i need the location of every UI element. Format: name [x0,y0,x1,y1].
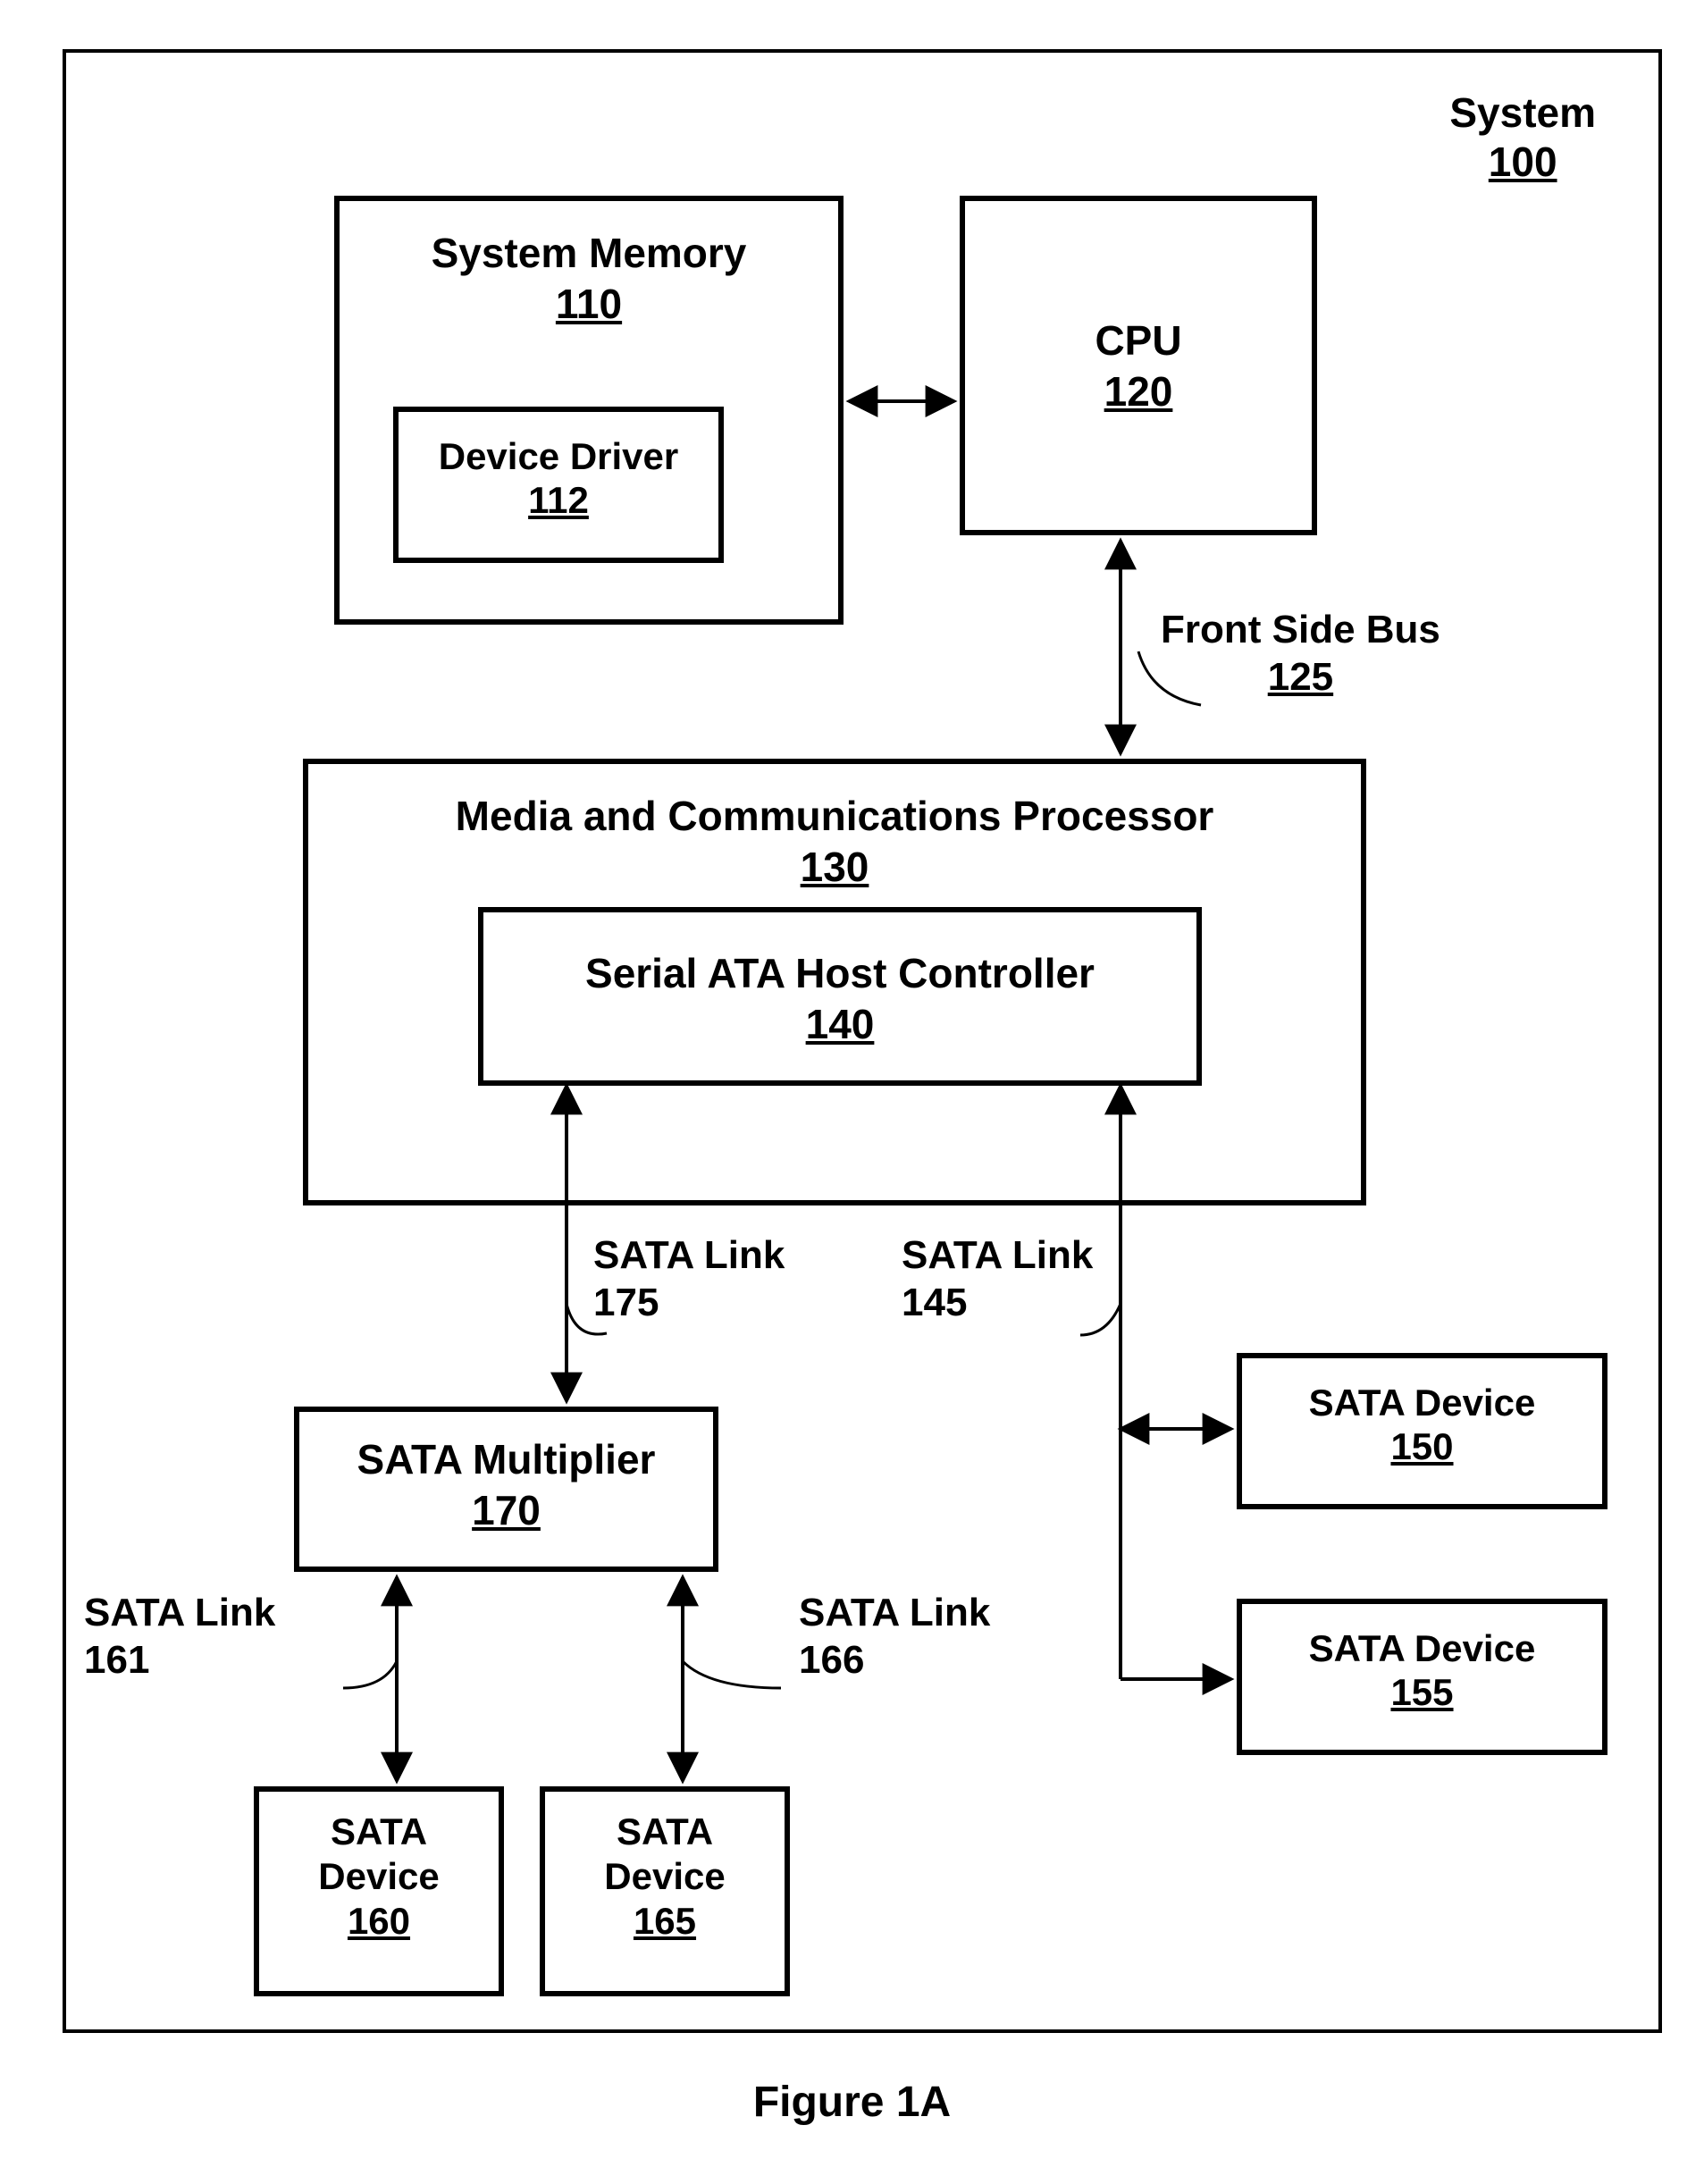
sata-host-label: Serial ATA Host Controller [585,948,1095,1000]
sata-multiplier-box: SATA Multiplier 170 [294,1407,718,1572]
sata-device-150-label: SATA Device [1309,1381,1536,1425]
sata-device-155-num: 155 [1390,1671,1453,1714]
fsb-text: Front Side Bus [1161,608,1440,651]
sata-link-161-num: 161 [84,1637,275,1684]
figure-caption: Figure 1A [0,2078,1704,2127]
system-memory-box: System Memory 110 Device Driver 112 [334,196,844,625]
system-memory-label: System Memory [432,228,747,280]
sata-device-150-num: 150 [1390,1425,1453,1468]
sata-multiplier-label: SATA Multiplier [357,1434,656,1486]
sata-device-150-box: SATA Device 150 [1237,1353,1607,1509]
sata-link-145-label: SATA Link 145 [902,1232,1093,1327]
sata-link-175-num: 175 [593,1280,785,1327]
front-side-bus-label: Front Side Bus 125 [1161,607,1440,701]
sata-device-165-box: SATADevice 165 [540,1786,790,1996]
sata-device-160-box: SATADevice 160 [254,1786,504,1996]
sata-device-155-box: SATA Device 155 [1237,1599,1607,1755]
sata-link-166-num: 166 [799,1637,990,1684]
sata-link-175-text: SATA Link [593,1233,785,1277]
sata-device-160-num: 160 [348,1900,410,1943]
sata-link-161-text: SATA Link [84,1591,275,1634]
diagram-frame: System 100 System Memory 110 Device Driv… [63,49,1662,2033]
system-label: System [1449,89,1596,136]
sata-link-161-label: SATA Link 161 [84,1590,275,1684]
system-num: 100 [1449,138,1596,187]
cpu-num: 120 [1104,367,1173,416]
system-memory-num: 110 [556,280,622,328]
mcp-box: Media and Communications Processor 130 S… [303,759,1366,1205]
sata-device-165-label: SATADevice [604,1810,725,1900]
sata-host-num: 140 [806,1000,875,1048]
system-title: System 100 [1449,88,1596,187]
sata-device-160-label: SATADevice [318,1810,439,1900]
sata-link-145-num: 145 [902,1280,1093,1327]
sata-link-166-text: SATA Link [799,1591,990,1634]
sata-multiplier-num: 170 [472,1486,541,1534]
sata-device-155-label: SATA Device [1309,1626,1536,1671]
mcp-num: 130 [801,843,869,891]
cpu-label: CPU [1095,315,1181,367]
sata-device-165-num: 165 [634,1900,696,1943]
sata-host-box: Serial ATA Host Controller 140 [478,907,1202,1086]
mcp-label: Media and Communications Processor [456,791,1214,843]
cpu-box: CPU 120 [960,196,1317,535]
sata-link-166-label: SATA Link 166 [799,1590,990,1684]
sata-link-175-label: SATA Link 175 [593,1232,785,1327]
fsb-num: 125 [1161,654,1440,701]
device-driver-num: 112 [528,479,589,522]
sata-link-145-text: SATA Link [902,1233,1093,1277]
device-driver-box: Device Driver 112 [393,407,724,563]
device-driver-label: Device Driver [439,434,679,479]
